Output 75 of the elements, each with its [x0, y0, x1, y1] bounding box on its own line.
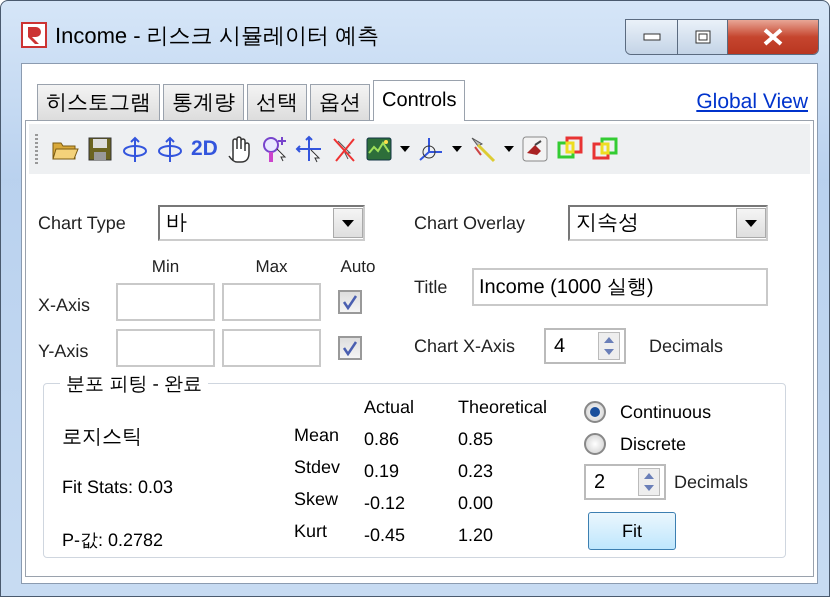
- caret-icon: [745, 220, 757, 226]
- tab[interactable]: 선택: [247, 84, 307, 120]
- fit-button[interactable]: Fit: [588, 512, 676, 550]
- chart-overlay-label: Chart Overlay: [414, 212, 526, 235]
- table-cell-text: 0.86: [364, 428, 400, 451]
- window-title: Income - 리스크 시뮬레이터 예측: [55, 22, 379, 50]
- title-field[interactable]: Income (1000 실행): [472, 268, 768, 306]
- caret-icon[interactable]: [400, 146, 410, 152]
- stat-label: Stdev: [294, 456, 342, 479]
- p-value-text: P-값: 0.2782: [62, 529, 164, 552]
- maximize-button[interactable]: [678, 20, 728, 54]
- title-label: Title: [414, 276, 448, 298]
- column-header: Theoretical: [458, 396, 548, 419]
- minimize-button[interactable]: [626, 20, 678, 54]
- max-field[interactable]: [222, 283, 321, 321]
- decimals-spinner[interactable]: 2: [584, 464, 666, 500]
- tab[interactable]: 통계량: [163, 84, 244, 120]
- column-header: Auto: [340, 256, 376, 278]
- brush-icon[interactable]: [520, 135, 549, 163]
- auto-checkbox[interactable]: [338, 336, 362, 360]
- axis-label: X-Axis: [38, 294, 92, 316]
- radio-button[interactable]: [584, 401, 606, 423]
- rotate-arrows-icon[interactable]: [156, 135, 184, 163]
- chart-x-axis-label: Chart X-Axis: [414, 334, 516, 358]
- table-cell-text: -0.12: [364, 492, 406, 515]
- stat-label: Skew: [294, 488, 340, 511]
- chart-type-dropdown[interactable]: 바: [158, 205, 365, 241]
- column-header: Max: [254, 256, 289, 278]
- table-cell-text: -0.45: [364, 524, 406, 547]
- close-button[interactable]: [728, 20, 818, 54]
- table-cell-text: 0.19: [364, 460, 400, 483]
- tab[interactable]: 히스토그램: [37, 84, 160, 120]
- close-icon: [762, 28, 784, 46]
- decimals-spinner[interactable]: 4: [544, 328, 626, 364]
- app-logo-icon: [21, 22, 47, 48]
- minimize-icon: [642, 33, 660, 41]
- distribution-name: 로지스틱: [62, 425, 143, 450]
- caret-icon: [342, 220, 354, 226]
- table-cell-text: 0.23: [458, 460, 494, 483]
- caret-icon[interactable]: [504, 146, 514, 152]
- table-cell-text: 0.85: [458, 428, 494, 451]
- checkmark-icon: [342, 294, 358, 310]
- axis-label: Y-Axis: [38, 340, 90, 362]
- maximize-icon: [694, 30, 710, 44]
- radio-label: Continuous: [620, 400, 712, 424]
- tab[interactable]: 옵션: [310, 84, 370, 120]
- pointer-icon[interactable]: [468, 135, 497, 163]
- tab[interactable]: Controls: [373, 80, 466, 121]
- stat-label: Mean: [294, 424, 340, 447]
- min-field[interactable]: [116, 329, 215, 367]
- decimals-label: Decimals: [674, 470, 748, 494]
- caret-icon[interactable]: [452, 146, 462, 152]
- move-arrows-icon[interactable]: [294, 135, 323, 163]
- radio-button[interactable]: [584, 433, 606, 455]
- table-cell-text: 1.20: [458, 524, 494, 547]
- chart-overlay-dropdown[interactable]: 지속성: [568, 205, 768, 241]
- radio-label: Discrete: [620, 432, 686, 456]
- auto-checkbox[interactable]: [338, 290, 362, 314]
- column-header: Actual: [364, 396, 416, 419]
- spin-arrows-icon: [598, 332, 620, 360]
- max-field[interactable]: [222, 329, 321, 367]
- table-cell-text: 0.00: [458, 492, 494, 515]
- column-header: Min: [150, 256, 180, 278]
- decimals-label: Decimals: [649, 334, 724, 358]
- axis-icon[interactable]: [416, 135, 445, 163]
- min-field[interactable]: [116, 283, 215, 321]
- chart-type-label: Chart Type: [38, 212, 127, 235]
- rotate-arrows-icon[interactable]: [121, 135, 149, 163]
- global-view-link[interactable]: Global View: [696, 86, 808, 118]
- checkmark-icon: [342, 340, 358, 356]
- view-2d-button[interactable]: 2D: [191, 133, 218, 165]
- map-icon[interactable]: [364, 135, 393, 163]
- spin-arrows-icon: [638, 468, 660, 496]
- fit-stats-text: Fit Stats: 0.03: [62, 476, 174, 499]
- stat-label: Kurt: [294, 520, 328, 543]
